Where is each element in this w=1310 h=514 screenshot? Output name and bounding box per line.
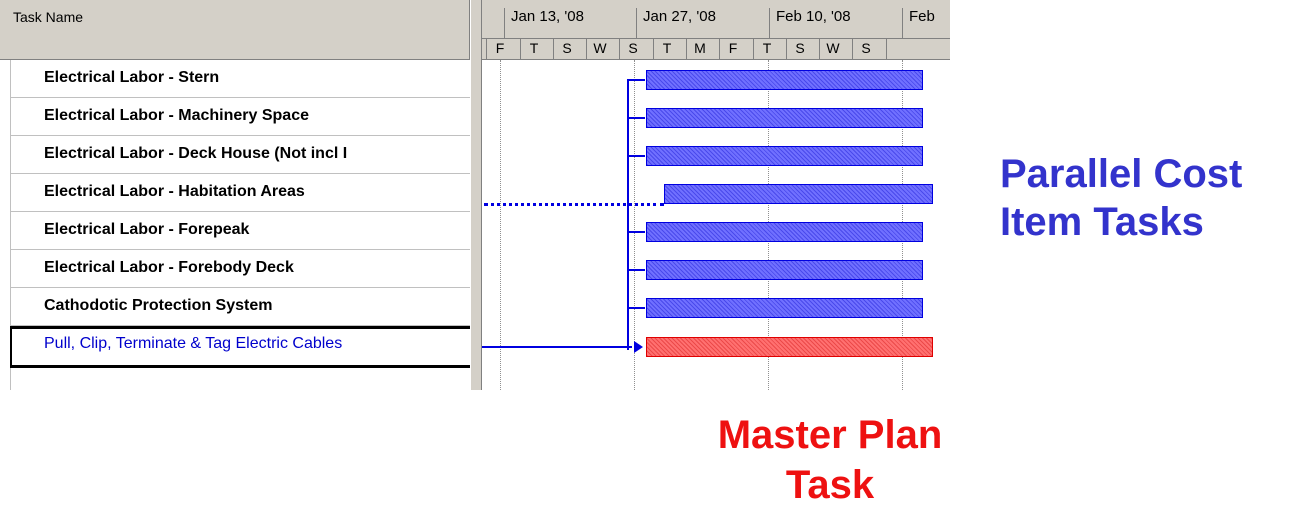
task-row[interactable]: Electrical Labor - Stern	[10, 60, 470, 98]
task-name: Pull, Clip, Terminate & Tag Electric Cab…	[44, 335, 343, 352]
annotation-line: Master Plan	[717, 413, 943, 457]
dependency-connector	[627, 80, 629, 350]
timescale-major-label: Feb 10, '08	[769, 8, 851, 38]
timescale-minor-label: W	[819, 38, 846, 60]
timescale-header: Jan 13, '08 Jan 27, '08 Feb 10, '08 Feb …	[482, 0, 950, 60]
dependency-link	[627, 155, 645, 157]
timescale-minor-label: F	[719, 38, 746, 60]
dependency-link	[627, 307, 645, 309]
task-row[interactable]: Electrical Labor - Deck House (Not incl …	[10, 136, 470, 174]
timescale-minor-label: S	[553, 38, 580, 60]
task-row[interactable]: Electrical Labor - Habitation Areas	[10, 174, 470, 212]
dependency-link	[627, 231, 645, 233]
timescale-minor-label: T	[753, 38, 780, 60]
task-name: Electrical Labor - Habitation Areas	[44, 183, 305, 200]
timescale-minor-label: S	[786, 38, 813, 60]
dependency-link	[482, 346, 632, 348]
timescale-minor-label: M	[686, 38, 713, 60]
timescale-minor-label: T	[653, 38, 680, 60]
week-gridline	[500, 60, 501, 390]
timescale-minor-label: W	[586, 38, 613, 60]
task-bar[interactable]	[646, 70, 923, 90]
timescale-minor-label: T	[520, 38, 547, 60]
dependency-link	[627, 117, 645, 119]
arrow-right-icon	[634, 341, 643, 353]
task-name: Electrical Labor - Forebody Deck	[44, 259, 294, 276]
task-name: Electrical Labor - Deck House (Not incl …	[44, 145, 348, 162]
task-row[interactable]: Electrical Labor - Forepeak	[10, 212, 470, 250]
task-bar[interactable]	[646, 108, 923, 128]
timescale-minor-label: S	[852, 38, 879, 60]
annotation-line: Task	[785, 463, 875, 507]
task-bar[interactable]	[664, 184, 933, 204]
timescale-major-label: Feb	[902, 8, 935, 38]
timescale-major-label: Jan 13, '08	[504, 8, 584, 38]
gantt-chart-area[interactable]	[482, 60, 950, 390]
annotation-line: Parallel Cost	[1000, 152, 1243, 196]
task-bar[interactable]	[646, 260, 923, 280]
table-chart-splitter[interactable]	[470, 0, 482, 390]
timescale-minor-label: S	[619, 38, 646, 60]
task-table: Task Name Electrical Labor - Stern Elect…	[0, 0, 470, 390]
timescale-minor-label: F	[486, 38, 513, 60]
task-name: Electrical Labor - Stern	[44, 69, 220, 86]
task-row[interactable]: Cathodotic Protection System	[10, 288, 470, 326]
timescale-major-label: Jan 27, '08	[636, 8, 716, 38]
timescale-minor-label	[886, 38, 950, 60]
task-name: Electrical Labor - Machinery Space	[44, 107, 309, 124]
dependency-link	[627, 79, 645, 81]
task-name: Cathodotic Protection System	[44, 297, 273, 314]
gantt-view: Task Name Electrical Labor - Stern Elect…	[0, 0, 950, 390]
annotation-line: Item Tasks	[1000, 200, 1204, 244]
task-row[interactable]: Electrical Labor - Machinery Space	[10, 98, 470, 136]
task-row[interactable]: Electrical Labor - Forebody Deck	[10, 250, 470, 288]
parallel-cost-annotation: Parallel Cost Item Tasks	[1000, 150, 1300, 246]
task-bar[interactable]	[646, 222, 923, 242]
task-row-selected[interactable]: Pull, Clip, Terminate & Tag Electric Cab…	[10, 326, 470, 368]
dependency-link-dotted	[484, 203, 664, 206]
master-plan-annotation: Master Plan Task	[660, 410, 1000, 510]
task-bar[interactable]	[646, 146, 923, 166]
task-name: Electrical Labor - Forepeak	[44, 221, 250, 238]
dependency-link	[627, 269, 645, 271]
task-name-column-header[interactable]: Task Name	[0, 0, 470, 60]
task-bar[interactable]	[646, 298, 923, 318]
master-task-bar[interactable]	[646, 337, 933, 357]
